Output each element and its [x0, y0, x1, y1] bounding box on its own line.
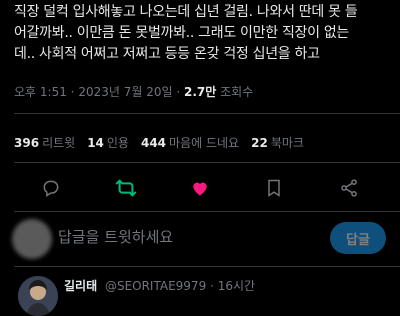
- divider: [14, 162, 400, 163]
- divider: [14, 211, 400, 212]
- retweet-label: 리트윗: [42, 136, 76, 150]
- handle[interactable]: @SEORITAE9979: [105, 279, 206, 293]
- views-count: 2.7만: [183, 85, 217, 99]
- reply-submit-button[interactable]: 답글: [330, 222, 386, 254]
- avatar[interactable]: [18, 276, 58, 316]
- avatar-image: [18, 276, 58, 316]
- retweet-count: 396: [14, 136, 40, 150]
- bookmark-button[interactable]: [260, 174, 288, 202]
- retweet-button[interactable]: [112, 174, 140, 202]
- tweet-actions: [14, 174, 386, 202]
- reply-input[interactable]: 답글을 트윗하세요: [58, 221, 308, 253]
- time-ago[interactable]: 16시간: [218, 279, 255, 293]
- bookmark-icon: [268, 179, 281, 197]
- like-stat[interactable]: 444 마음에 드네요: [141, 134, 239, 151]
- retweet-icon: [115, 179, 136, 197]
- display-name[interactable]: 길리태: [64, 279, 97, 293]
- tweet-stats: 396 리트윗 14 인용 444 마음에 드네요 22 북마크: [14, 134, 304, 151]
- share-button[interactable]: [335, 174, 363, 202]
- divider: [14, 266, 400, 267]
- like-count: 444: [140, 136, 167, 150]
- tweet-text-line: 어갈까봐.. 이만큼 돈 못벌까봐.. 그래도 이만한 직장이 없는: [14, 25, 349, 41]
- quote-stat[interactable]: 14 인용: [87, 134, 129, 151]
- avatar: [12, 219, 52, 259]
- tweet-date[interactable]: 2023년 7월 20일: [78, 85, 172, 99]
- reply-icon: [43, 180, 59, 197]
- quote-label: 인용: [106, 136, 129, 150]
- bookmark-stat[interactable]: 22 북마크: [251, 134, 304, 151]
- views-label: 조회수: [220, 85, 254, 99]
- divider: [14, 113, 400, 114]
- reply-composer: 답글을 트윗하세요 답글: [0, 213, 400, 263]
- tweet-meta: 오후 1:51 · 2023년 7월 20일 · 2.7만 조회수: [14, 85, 254, 99]
- share-icon: [340, 179, 357, 197]
- like-button[interactable]: [186, 174, 214, 202]
- tweet-text-line: 직장 덜컥 입사해놓고 나오는데 십년 걸림. 나와서 딴데 못 들: [14, 4, 358, 20]
- bookmark-label: 북마크: [270, 136, 304, 150]
- retweet-stat[interactable]: 396 리트윗: [14, 134, 75, 151]
- tweet-text: 직장 덜컥 입사해놓고 나오는데 십년 걸림. 나와서 딴데 못 들 어갈까봐.…: [14, 2, 390, 65]
- reply-button[interactable]: [37, 174, 65, 202]
- separator: ·: [210, 279, 214, 293]
- quote-count: 14: [87, 136, 104, 150]
- bookmark-count: 22: [251, 136, 268, 150]
- like-label: 마음에 드네요: [169, 136, 240, 150]
- tweet-text-line: 데.. 사회적 어쩌고 저쩌고 등등 온갖 걱정 십년을 하고: [14, 46, 320, 62]
- next-tweet-header: 길리태 @SEORITAE9979 · 16시간: [64, 277, 255, 294]
- like-icon: [193, 182, 207, 196]
- next-tweet[interactable]: 길리태 @SEORITAE9979 · 16시간: [0, 270, 400, 316]
- tweet-time[interactable]: 오후 1:51: [14, 85, 67, 99]
